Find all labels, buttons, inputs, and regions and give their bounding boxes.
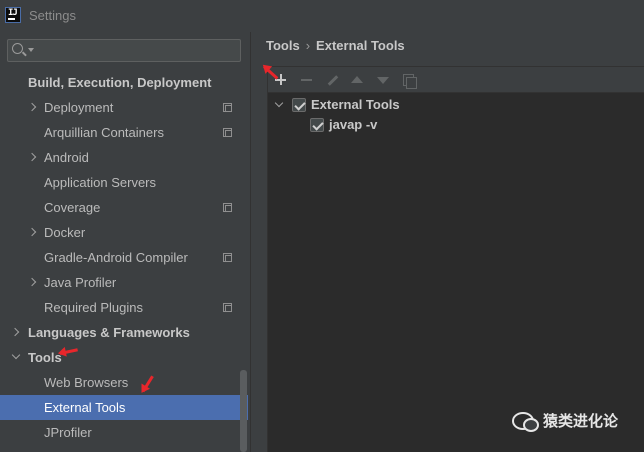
sidebar-item-label: Languages & Frameworks xyxy=(28,325,190,340)
sidebar-item-label: Docker xyxy=(44,225,86,240)
edit-icon[interactable] xyxy=(324,72,340,88)
sidebar-item-label: JProfiler xyxy=(44,425,92,440)
sidebar-item-application-servers[interactable]: Application Servers xyxy=(0,170,250,195)
breadcrumb-current: External Tools xyxy=(316,38,405,53)
sidebar-item-arquillian-containers[interactable]: Arquillian Containers xyxy=(0,120,250,145)
move-up-icon[interactable] xyxy=(349,72,365,88)
sidebar-item-label: Build, Execution, Deployment xyxy=(28,75,212,90)
title-bar: IJ Settings xyxy=(0,0,644,32)
chevron-right-icon[interactable] xyxy=(27,152,37,162)
sidebar-item-web-browsers[interactable]: Web Browsers xyxy=(0,370,250,395)
sidebar-item-languages-frameworks[interactable]: Languages & Frameworks xyxy=(0,320,250,345)
project-settings-icon xyxy=(223,253,232,262)
sidebar-item-label: Android xyxy=(44,150,89,165)
sidebar-item-external-tools[interactable]: External Tools xyxy=(0,395,248,420)
sidebar-item-gradle-android-compiler[interactable]: Gradle-Android Compiler xyxy=(0,245,250,270)
sidebar-item-label: Coverage xyxy=(44,200,101,215)
tool-item-checkbox[interactable] xyxy=(310,118,324,132)
search-history-dropdown-icon[interactable] xyxy=(28,48,34,52)
breadcrumb: Tools › External Tools xyxy=(266,37,405,55)
chevron-right-icon[interactable] xyxy=(27,227,37,237)
sidebar-item-label: Application Servers xyxy=(44,175,156,190)
window-title: Settings xyxy=(29,8,76,23)
external-tools-toolbar xyxy=(268,67,644,93)
sidebar-item-coverage[interactable]: Coverage xyxy=(0,195,250,220)
tool-group-checkbox[interactable] xyxy=(292,98,306,112)
project-settings-icon xyxy=(223,103,232,112)
sidebar-item-label: Arquillian Containers xyxy=(44,125,164,140)
search-icon xyxy=(12,43,23,54)
tool-group-label: External Tools xyxy=(311,97,400,112)
settings-sidebar: Build, Execution, Deployment Deployment … xyxy=(0,32,250,452)
sidebar-item-java-profiler[interactable]: Java Profiler xyxy=(0,270,250,295)
sidebar-item-required-plugins[interactable]: Required Plugins xyxy=(0,295,250,320)
sidebar-item-build-execution-deployment[interactable]: Build, Execution, Deployment xyxy=(0,70,250,95)
sidebar-item-label: Required Plugins xyxy=(44,300,144,315)
chevron-right-icon[interactable] xyxy=(10,327,20,337)
sidebar-item-tools[interactable]: Tools xyxy=(0,345,250,370)
tool-item-label: javap -v xyxy=(329,117,378,132)
tool-item-javap[interactable]: javap -v xyxy=(268,115,644,135)
sidebar-scrollbar[interactable] xyxy=(240,370,247,452)
sidebar-item-jprofiler[interactable]: JProfiler xyxy=(0,420,250,445)
chevron-right-icon[interactable] xyxy=(27,277,37,287)
sidebar-item-label: Gradle-Android Compiler xyxy=(44,250,188,265)
breadcrumb-separator: › xyxy=(305,38,311,53)
external-tools-panel: External Tools javap -v xyxy=(267,66,644,452)
watermark-text: 猿类进化论 xyxy=(543,413,619,430)
chevron-down-icon[interactable] xyxy=(274,98,284,108)
sidebar-item-deployment[interactable]: Deployment xyxy=(0,95,250,120)
sidebar-item-docker[interactable]: Docker xyxy=(0,220,250,245)
project-settings-icon xyxy=(223,128,232,137)
project-settings-icon xyxy=(223,203,232,212)
remove-icon[interactable] xyxy=(299,72,315,88)
move-down-icon[interactable] xyxy=(375,72,391,88)
breadcrumb-parent[interactable]: Tools xyxy=(266,38,300,53)
settings-search-input[interactable] xyxy=(7,39,241,62)
tool-group-external-tools[interactable]: External Tools xyxy=(268,95,644,115)
sidebar-item-label: Java Profiler xyxy=(44,275,117,290)
sidebar-item-label: Web Browsers xyxy=(44,375,129,390)
chevron-down-icon[interactable] xyxy=(11,350,21,360)
wechat-icon xyxy=(512,412,539,432)
chevron-right-icon[interactable] xyxy=(27,102,37,112)
copy-icon[interactable] xyxy=(401,72,417,89)
settings-content: Tools › External Tools External Tools java… xyxy=(251,32,644,452)
intellij-idea-icon: IJ xyxy=(5,7,21,23)
sidebar-item-label: External Tools xyxy=(44,400,126,415)
project-settings-icon xyxy=(223,303,232,312)
sidebar-item-android[interactable]: Android xyxy=(0,145,250,170)
sidebar-item-label: Deployment xyxy=(44,100,114,115)
